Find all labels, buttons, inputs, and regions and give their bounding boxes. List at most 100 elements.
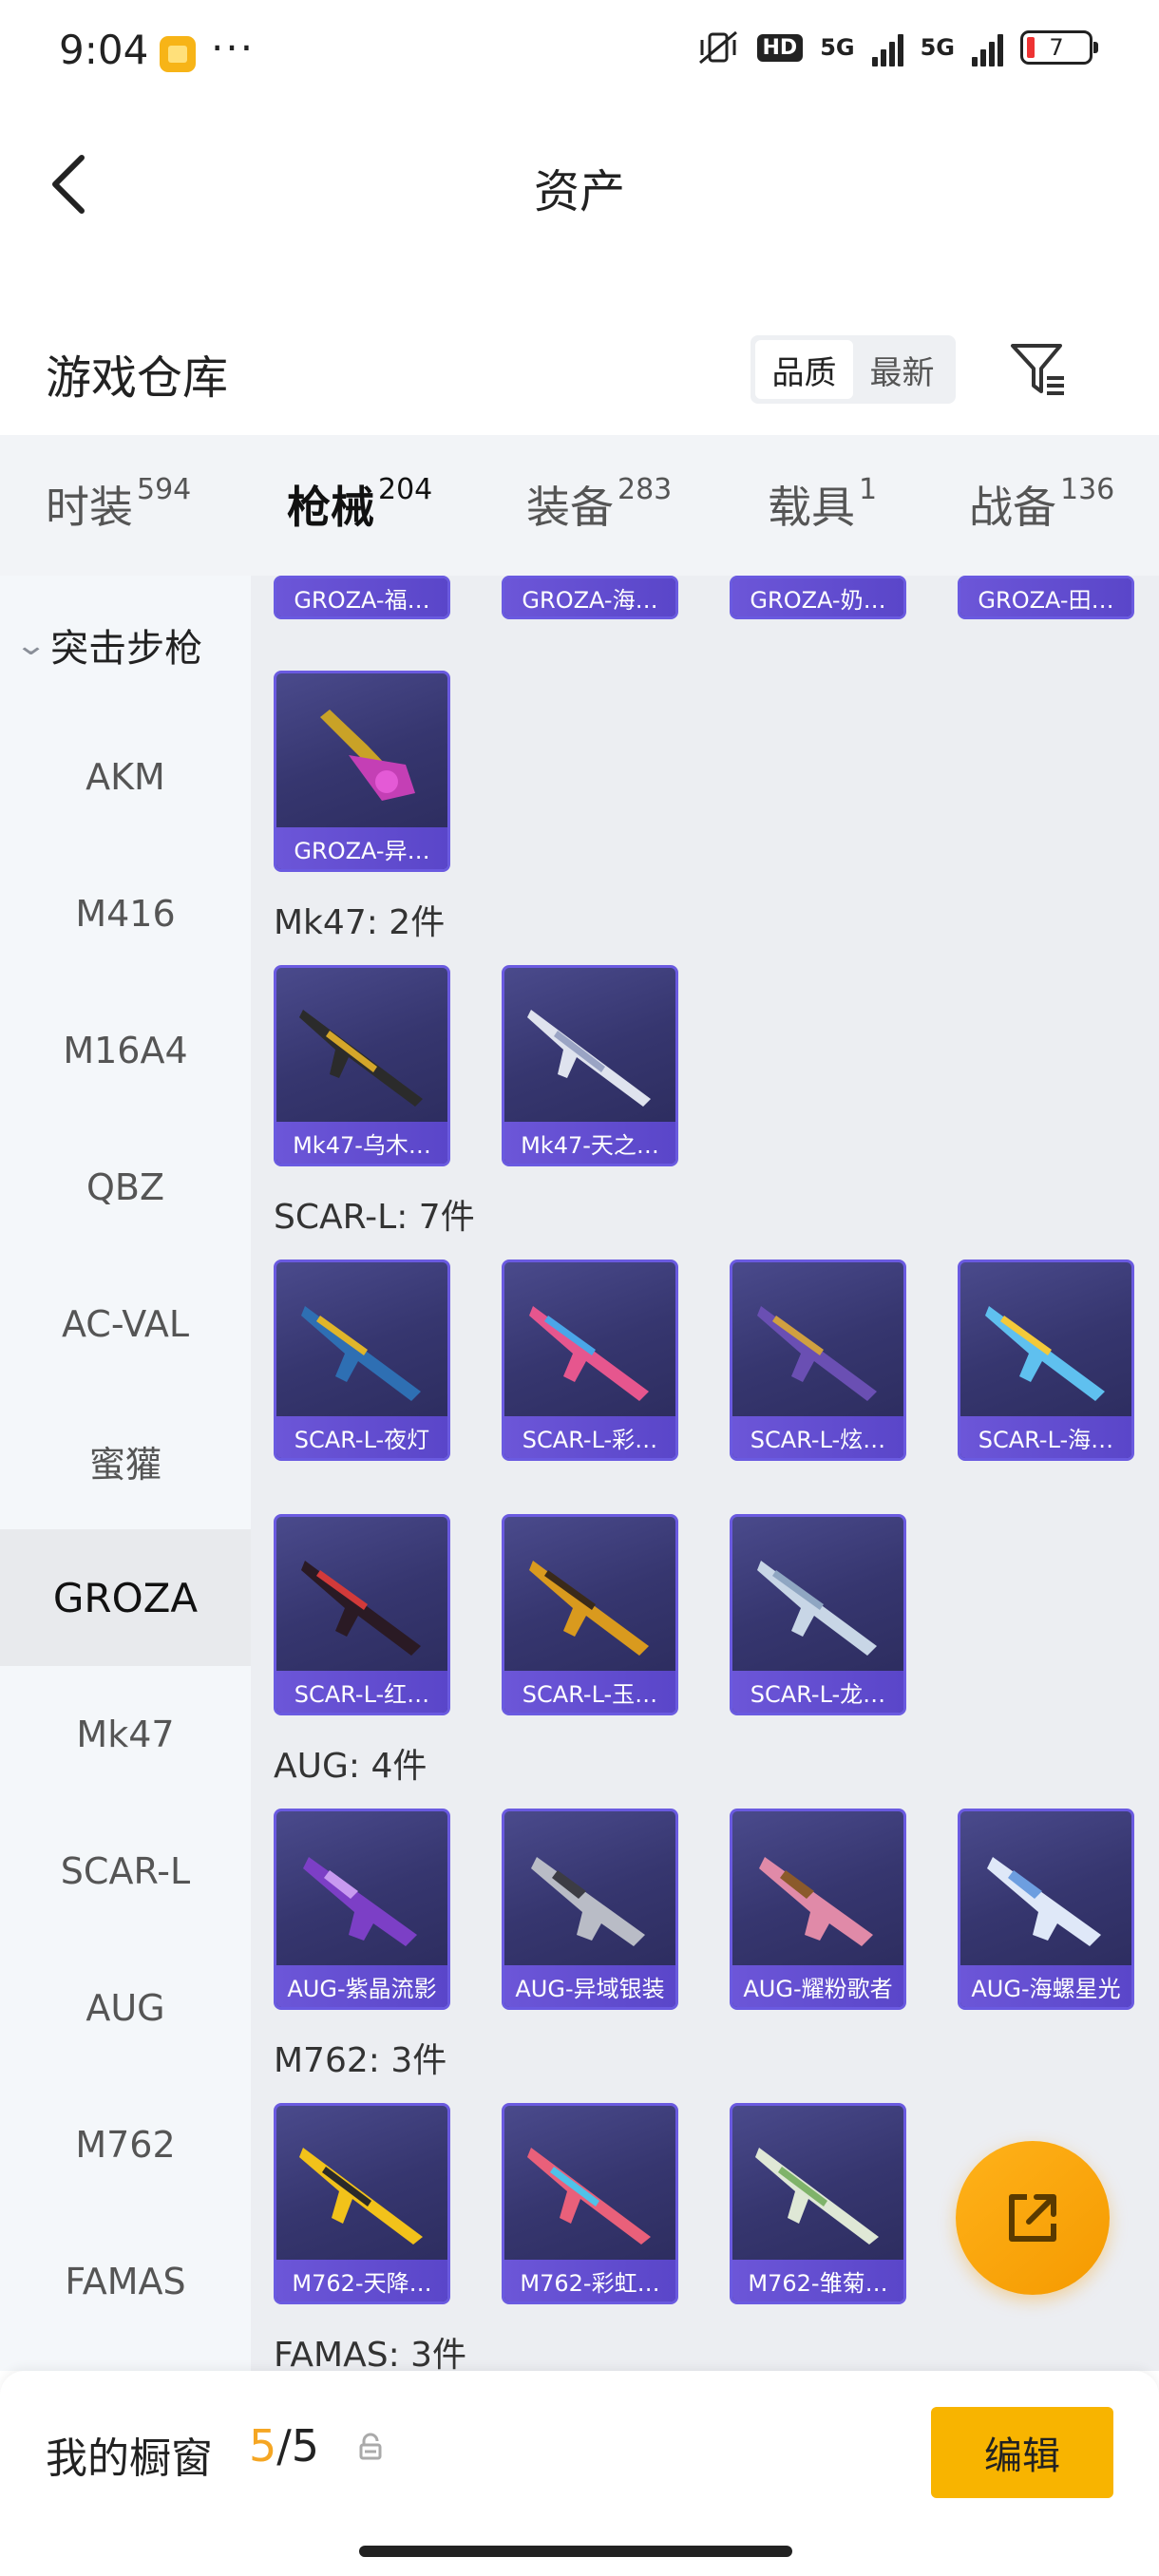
tab-firearms[interactable]: 枪械 204 [287,473,433,585]
scar-l-skin-image [301,1306,421,1401]
skin-card[interactable]: Mk47-天之… [502,965,678,1166]
tab-count: 594 [137,473,192,506]
signal-5g-label-2: 5G [920,34,955,61]
skin-card[interactable]: Mk47-乌木… [274,965,450,1166]
share-button[interactable] [956,2141,1110,2295]
signal-bars-icon-2 [972,28,1003,66]
mk47-skin-image [299,1010,423,1107]
skin-card[interactable]: SCAR-L-龙… [730,1514,906,1715]
sidebar-item-honey-badger[interactable]: 蜜獾 [0,1392,251,1529]
sidebar-item-aug[interactable]: AUG [0,1940,251,2076]
tab-fashion[interactable]: 时装 594 [46,473,191,536]
skin-card[interactable]: M762-彩虹… [502,2103,678,2304]
groza-skin-image [320,710,415,801]
status-icons: HD 5G 5G 7 [696,28,1098,66]
skin-card[interactable]: M762-雏菊… [730,2103,906,2304]
tab-count: 204 [378,473,433,506]
battery-icon: 7 [1020,30,1098,65]
skin-card[interactable]: GROZA-异… [274,671,450,872]
skin-card[interactable]: GROZA-田… [958,576,1134,619]
sidebar-item-m762[interactable]: M762 [0,2076,251,2213]
section-header: 游戏仓库 品质 最新 [0,323,1159,427]
m762-skin-image [755,2148,879,2245]
skin-card[interactable]: SCAR-L-玉… [502,1514,678,1715]
showcase-label: 我的橱窗 [46,2434,213,2483]
skin-name: Mk47-天之… [504,1122,675,1164]
skin-card[interactable]: SCAR-L-彩… [502,1260,678,1461]
skin-card[interactable]: GROZA-海… [502,576,678,619]
skin-card[interactable]: AUG-耀粉歌者 [730,1809,906,2010]
tab-supplies[interactable]: 战备 136 [969,473,1114,536]
share-external-icon [1009,2194,1056,2242]
sort-toggle: 品质 最新 [750,335,956,404]
filter-icon[interactable] [1007,338,1070,401]
signal-5g-label: 5G [820,34,855,61]
skin-card[interactable]: AUG-异域银装 [502,1809,678,2010]
sidebar-item-qbz[interactable]: QBZ [0,1119,251,1256]
tab-label: 枪械 [287,482,374,533]
skin-name: M762-彩虹… [504,2260,675,2301]
skin-name: GROZA-奶… [732,578,903,616]
more-notifications-icon: ··· [211,25,256,71]
sidebar-item-scar-l[interactable]: SCAR-L [0,1803,251,1940]
group-header-mk47: Mk47: 2件 [274,903,446,942]
top-bar: 资产 [0,114,1159,247]
sidebar-item-ac-val[interactable]: AC-VAL [0,1256,251,1392]
sidebar-item-m16a4[interactable]: M16A4 [0,982,251,1119]
sidebar-item-famas[interactable]: FAMAS [0,2213,251,2350]
skin-card[interactable]: SCAR-L-夜灯 [274,1260,450,1461]
scar-l-skin-image [985,1306,1105,1401]
sidebar-group-label: 突击步枪 [50,627,203,671]
sort-newest-option[interactable]: 最新 [853,340,951,399]
sidebar-item-mk47[interactable]: Mk47 [0,1666,251,1803]
sidebar-group-assault-rifles[interactable]: ⌄ 突击步枪 [14,617,203,672]
skin-card[interactable]: GROZA-奶… [730,576,906,619]
scar-l-skin-image [529,1561,649,1656]
scar-l-skin-image [757,1561,877,1656]
skin-name: SCAR-L-红… [276,1671,447,1713]
section-title: 游戏仓库 [46,351,229,405]
tab-vehicles[interactable]: 载具 1 [768,473,877,536]
edit-button[interactable]: 编辑 [931,2407,1113,2498]
showcase-count: 5/5 [249,2420,319,2472]
hd-icon: HD [756,33,804,62]
skin-card[interactable]: M762-天降… [274,2103,450,2304]
lock-icon [359,2433,382,2460]
tab-equipment[interactable]: 装备 283 [526,473,672,536]
skin-name: SCAR-L-海… [960,1416,1131,1458]
skin-card[interactable]: AUG-海螺星光 [958,1809,1134,2010]
sort-quality-option[interactable]: 品质 [755,340,853,399]
scar-l-skin-image [757,1306,877,1401]
skin-name: AUG-耀粉歌者 [732,1965,903,2007]
mute-vibrate-icon [698,30,737,65]
skin-name: Mk47-乌木… [276,1122,447,1164]
skin-card[interactable]: SCAR-L-海… [958,1260,1134,1461]
skin-card[interactable]: GROZA-福… [274,576,450,619]
skin-name: AUG-异域银装 [504,1965,675,2007]
skin-name: AUG-海螺星光 [960,1965,1131,2007]
sidebar-item-akm[interactable]: AKM [0,709,251,845]
tab-label: 载具 [768,482,855,533]
category-tabs: 时装 594 枪械 204 装备 283 载具 1 战备 136 [0,435,1159,585]
skin-card[interactable]: SCAR-L-红… [274,1514,450,1715]
chevron-down-icon: ⌄ [13,628,48,662]
skin-card[interactable]: SCAR-L-炫… [730,1260,906,1461]
sidebar-item-groza[interactable]: GROZA [0,1529,251,1666]
group-header-aug: AUG: 4件 [274,1747,428,1786]
group-header-famas: FAMAS: 3件 [274,2336,467,2371]
skin-card[interactable]: AUG-紫晶流影 [274,1809,450,2010]
home-indicator[interactable] [359,2546,792,2557]
signal-bars-icon [871,28,903,66]
scar-l-skin-image [529,1306,649,1401]
tab-label: 战备 [969,482,1056,533]
tab-count: 1 [859,473,878,506]
group-header-m762: M762: 3件 [274,2041,447,2080]
sidebar-item-m416[interactable]: M416 [0,845,251,982]
showcase-count-total: /5 [276,2420,320,2472]
skin-name: SCAR-L-玉… [504,1671,675,1713]
skin-name: GROZA-福… [276,578,447,616]
tab-count: 283 [618,473,673,506]
page-title: 资产 [533,165,625,218]
skin-grid: GROZA-福… GROZA-海… GROZA-奶… GROZA-田… GROZ… [251,576,1159,2371]
screen: { "status_bar": {"time": "9:04", "dots":… [0,0,1159,2576]
